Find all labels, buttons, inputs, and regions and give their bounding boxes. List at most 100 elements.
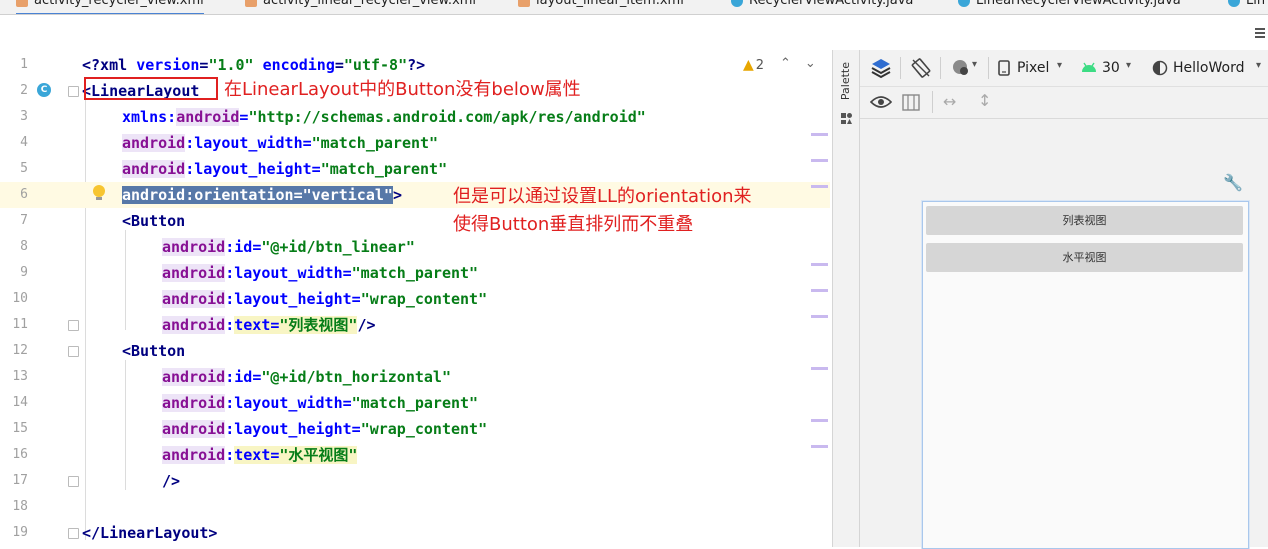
theme-selector[interactable]: HelloWord bbox=[1173, 60, 1244, 76]
line-number: 11 bbox=[12, 317, 28, 332]
line-number: 14 bbox=[12, 395, 28, 410]
layout-design-panel: ▾ Pixel ▾ 30 ▾ HelloWord ▾ ↔ ↕ 🔧 列表视图 水平… bbox=[860, 50, 1268, 549]
xml-file-icon bbox=[245, 0, 257, 7]
code-line-5[interactable]: 5 android:layout_height="match_parent" bbox=[0, 156, 830, 182]
chevron-down-icon[interactable]: ▾ bbox=[1057, 60, 1062, 71]
line-number: 1 bbox=[20, 57, 28, 72]
code-line-16[interactable]: 16 android:text="水平视图" bbox=[0, 442, 830, 468]
line-number: 17 bbox=[12, 473, 28, 488]
code-text: android:id="@+id/btn_linear" bbox=[162, 238, 415, 256]
code-text: android:layout_height="wrap_content" bbox=[162, 420, 488, 438]
xml-file-icon bbox=[16, 0, 28, 7]
java-class-icon bbox=[958, 0, 970, 7]
line-number: 5 bbox=[20, 161, 28, 176]
preview-button-horizontal-view[interactable]: 水平视图 bbox=[926, 243, 1243, 272]
palette-tool-window[interactable]: Palette bbox=[832, 50, 860, 547]
change-marker bbox=[811, 289, 828, 292]
code-editor[interactable]: ▲ 2 ⌃⌄ 1 <?xml version="1.0" encoding="ut… bbox=[0, 50, 830, 547]
code-text: android:id="@+id/btn_horizontal" bbox=[162, 368, 451, 386]
layers-icon[interactable] bbox=[870, 57, 892, 79]
change-marker bbox=[811, 159, 828, 162]
change-marker bbox=[811, 445, 828, 448]
line-number: 3 bbox=[20, 109, 28, 124]
code-text: android:layout_width="match_parent" bbox=[122, 134, 439, 152]
code-text: android:text="列表视图"/> bbox=[162, 316, 376, 334]
lightbulb-icon[interactable] bbox=[93, 185, 105, 200]
fold-marker-icon[interactable] bbox=[68, 86, 79, 97]
code-line-10[interactable]: 10 android:layout_height="wrap_content" bbox=[0, 286, 830, 312]
java-class-icon bbox=[731, 0, 743, 7]
code-line-3[interactable]: 3 xmlns:android="http://schemas.android.… bbox=[0, 104, 830, 130]
night-mode-icon[interactable] bbox=[950, 58, 972, 78]
xml-file-icon bbox=[518, 0, 530, 7]
code-line-7[interactable]: 7 <Button bbox=[0, 208, 830, 234]
rotate-device-icon[interactable] bbox=[910, 57, 932, 79]
preview-button-list-view[interactable]: 列表视图 bbox=[926, 206, 1243, 235]
line-number: 19 bbox=[12, 525, 28, 540]
blueprint-mode-icon[interactable] bbox=[902, 94, 920, 111]
expand-vertical-icon[interactable]: ↕ bbox=[978, 91, 991, 110]
code-line-12[interactable]: 12 <Button bbox=[0, 338, 830, 364]
toolbar-separator bbox=[988, 57, 989, 79]
tab-activity-linear-recycler-view[interactable]: activity_linear_recycler_view.xml bbox=[245, 0, 476, 13]
fold-marker-icon[interactable] bbox=[68, 346, 79, 357]
code-line-19[interactable]: 19 </LinearLayout> bbox=[0, 520, 830, 546]
wrench-icon[interactable]: 🔧 bbox=[1223, 173, 1243, 192]
code-line-13[interactable]: 13 android:id="@+id/btn_horizontal" bbox=[0, 364, 830, 390]
code-line-8[interactable]: 8 android:id="@+id/btn_linear" bbox=[0, 234, 830, 260]
annotation-orientation-line2: 使得Button垂直排列而不重叠 bbox=[453, 214, 694, 235]
code-line-14[interactable]: 14 android:layout_width="match_parent" bbox=[0, 390, 830, 416]
code-text: android:layout_height="wrap_content" bbox=[162, 290, 488, 308]
code-line-4[interactable]: 4 android:layout_width="match_parent" bbox=[0, 130, 830, 156]
change-marker bbox=[811, 367, 828, 370]
expand-horizontal-icon[interactable]: ↔ bbox=[943, 92, 956, 111]
tab-linear-recyclerview-activity[interactable]: LinearRecyclerViewActivity.java bbox=[958, 0, 1181, 13]
theme-icon bbox=[1152, 60, 1168, 76]
toolbar-separator bbox=[900, 57, 901, 79]
fold-marker-icon[interactable] bbox=[68, 528, 79, 539]
tab-layout-linear-item[interactable]: layout_linear_item.xml bbox=[518, 0, 684, 13]
annotation-no-below: 在LinearLayout中的Button没有below属性 bbox=[224, 79, 581, 100]
class-reference-icon[interactable]: C bbox=[37, 83, 51, 97]
hamburger-menu-icon[interactable] bbox=[1255, 28, 1265, 40]
toolbar-separator bbox=[940, 57, 941, 79]
view-options-eye-icon[interactable] bbox=[870, 95, 892, 109]
annotation-orientation-line1: 但是可以通过设置LL的orientation来 bbox=[453, 186, 752, 207]
code-line-17[interactable]: 17 /> bbox=[0, 468, 830, 494]
tab-recyclerview-activity[interactable]: RecyclerViewActivity.java bbox=[731, 0, 913, 13]
change-marker bbox=[811, 133, 828, 136]
java-class-icon bbox=[1228, 0, 1240, 7]
code-line-18[interactable]: 18 bbox=[0, 494, 830, 520]
code-text: /> bbox=[162, 472, 181, 490]
code-line-9[interactable]: 9 android:layout_width="match_parent" bbox=[0, 260, 830, 286]
line-number: 7 bbox=[20, 213, 28, 228]
code-text: android:layout_width="match_parent" bbox=[162, 394, 479, 412]
line-number: 6 bbox=[20, 187, 28, 202]
api-level-selector[interactable]: 30 bbox=[1102, 60, 1120, 76]
change-marker bbox=[811, 185, 828, 188]
code-text: android:orientation="vertical"> bbox=[122, 186, 402, 204]
code-line-15[interactable]: 15 android:layout_height="wrap_content" bbox=[0, 416, 830, 442]
editor-header-space bbox=[0, 15, 1268, 50]
line-number: 10 bbox=[12, 291, 28, 306]
line-number: 12 bbox=[12, 343, 28, 358]
tab-activity-recycler-view[interactable]: activity_recycler_view.xml bbox=[16, 0, 204, 14]
fold-marker-icon[interactable] bbox=[68, 320, 79, 331]
device-selector[interactable]: Pixel bbox=[1017, 60, 1049, 76]
code-line-11[interactable]: 11 android:text="列表视图"/> bbox=[0, 312, 830, 338]
chevron-down-icon[interactable]: ▾ bbox=[972, 59, 977, 70]
code-text: android:text="水平视图" bbox=[162, 446, 358, 464]
fold-marker-icon[interactable] bbox=[68, 476, 79, 487]
line-number: 8 bbox=[20, 239, 28, 254]
code-text: <Button bbox=[122, 212, 186, 230]
palette-label: Palette bbox=[839, 62, 852, 101]
code-text: xmlns:android="http://schemas.android.co… bbox=[122, 108, 646, 126]
chevron-down-icon[interactable]: ▾ bbox=[1256, 60, 1261, 71]
line-number: 9 bbox=[20, 265, 28, 280]
code-text: <Button bbox=[122, 342, 186, 360]
chevron-down-icon[interactable]: ▾ bbox=[1126, 60, 1131, 71]
code-text: android:layout_width="match_parent" bbox=[162, 264, 479, 282]
tab-overflow[interactable]: Lin bbox=[1228, 0, 1265, 13]
device-preview[interactable]: 列表视图 水平视图 bbox=[922, 201, 1249, 549]
design-toolbar-second: ↔ ↕ bbox=[860, 86, 1268, 119]
